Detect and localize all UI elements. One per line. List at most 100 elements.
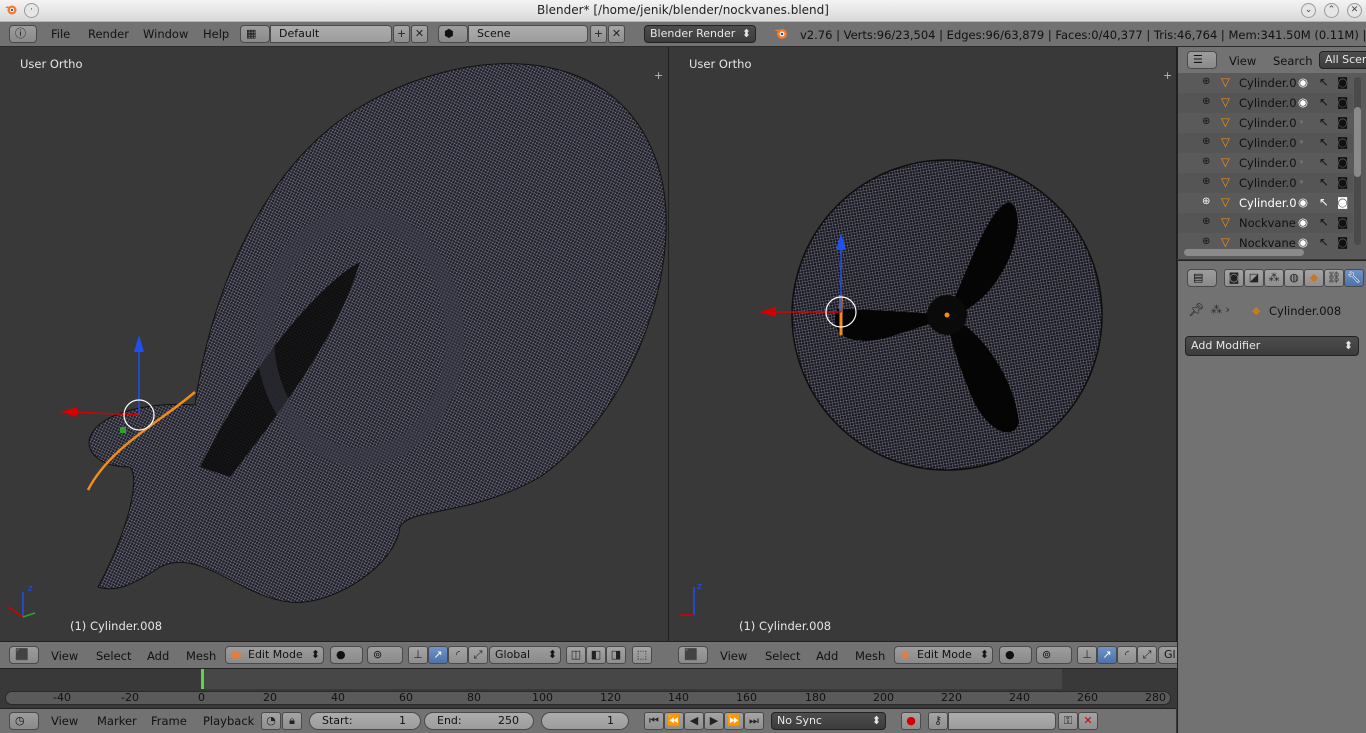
- render-camera-icon[interactable]: ◙: [1337, 195, 1348, 209]
- tab-world[interactable]: ◍: [1284, 269, 1304, 287]
- timeline-scrollbar[interactable]: [5, 691, 1171, 705]
- gizmo-z-arrow-icon[interactable]: [134, 335, 144, 352]
- outliner-row-name[interactable]: Cylinder.0: [1239, 76, 1297, 90]
- area-split-plus-icon[interactable]: +: [654, 69, 663, 82]
- menu-timeline-view[interactable]: View: [51, 714, 78, 728]
- editor-type-properties-button[interactable]: ▤: [1187, 269, 1217, 287]
- minimize-button[interactable]: ⌄: [1301, 3, 1316, 18]
- menu-select-right[interactable]: Select: [765, 649, 800, 663]
- viewport-left[interactable]: z User Ortho (1) Cylinder.008 +: [0, 47, 669, 641]
- render-camera-icon[interactable]: ◙: [1337, 95, 1348, 109]
- expand-icon[interactable]: ⊕: [1202, 96, 1210, 107]
- outliner-scrollbar[interactable]: [1354, 77, 1361, 245]
- eye-closed-icon[interactable]: •: [1298, 115, 1305, 129]
- cursor-select-icon[interactable]: ↖: [1319, 235, 1329, 249]
- pin-icon[interactable]: 📌︎: [1188, 303, 1205, 318]
- tab-constraints[interactable]: ⛓: [1324, 269, 1344, 287]
- eye-closed-icon[interactable]: •: [1298, 155, 1305, 169]
- eye-closed-icon[interactable]: •: [1298, 135, 1305, 149]
- outliner-row[interactable]: ⊕ ▽ Cylinder.0 • ↖ ◙: [1178, 113, 1353, 133]
- viewport-right-canvas[interactable]: z: [669, 47, 1177, 641]
- scene-icon-button[interactable]: ⬢: [438, 25, 468, 43]
- translate-manipulator-button[interactable]: ↗: [428, 646, 448, 664]
- rotate-manipulator-button[interactable]: ◜: [448, 646, 468, 664]
- outliner-row[interactable]: ⊕ ▽ Cylinder.0 • ↖ ◙: [1178, 153, 1353, 173]
- timeline-current-frame-marker[interactable]: [201, 669, 204, 689]
- gizmo-y-handle[interactable]: [120, 427, 126, 433]
- eye-icon[interactable]: ◉: [1298, 235, 1308, 249]
- viewport-shading-select[interactable]: ●: [330, 646, 363, 664]
- screen-layout-icon-button[interactable]: ▦: [240, 25, 270, 43]
- menu-playback[interactable]: Playback: [203, 714, 254, 728]
- cursor-select-icon[interactable]: ↖: [1319, 95, 1329, 109]
- outliner-row-name[interactable]: Nockvane: [1239, 236, 1296, 250]
- render-camera-icon[interactable]: ◙: [1337, 75, 1348, 89]
- outliner-row-name[interactable]: Cylinder.0: [1239, 96, 1297, 110]
- eye-icon[interactable]: ◉: [1298, 195, 1308, 209]
- close-button[interactable]: ✕: [1347, 3, 1362, 18]
- outliner-row-name[interactable]: Cylinder.0: [1239, 196, 1297, 210]
- render-camera-icon[interactable]: ◙: [1337, 175, 1348, 189]
- prev-keyframe-button[interactable]: ⏪: [664, 712, 684, 730]
- outliner-row-name[interactable]: Cylinder.0: [1239, 116, 1297, 130]
- menu-select[interactable]: Select: [96, 649, 131, 663]
- menu-add[interactable]: Add: [147, 649, 169, 663]
- outliner-row[interactable]: ⊕ ▽ Cylinder.0 • ↖ ◙: [1178, 133, 1353, 153]
- render-camera-icon[interactable]: ◙: [1337, 115, 1348, 129]
- outliner-row-name[interactable]: Nockvane: [1239, 216, 1296, 230]
- outliner-menu-view[interactable]: View: [1229, 54, 1256, 68]
- editor-type-info-button[interactable]: ⓘ: [9, 25, 37, 43]
- translate-manipulator-button-right[interactable]: ↗: [1097, 646, 1117, 664]
- edge-select-button[interactable]: ◧: [586, 646, 606, 664]
- cursor-select-icon[interactable]: ↖: [1319, 75, 1329, 89]
- expand-icon[interactable]: ⊕: [1202, 196, 1210, 207]
- outliner-hscrollbar[interactable]: [1184, 249, 1304, 256]
- outliner-row[interactable]: ⊕ ▽ Cylinder.0 ◉ ↖ ◙: [1178, 193, 1353, 213]
- outliner-row[interactable]: ⊕ ▽ Cylinder.0 ◉ ↖ ◙: [1178, 93, 1353, 113]
- maximize-button[interactable]: ⌃: [1324, 3, 1339, 18]
- viewport-right[interactable]: z User Ortho (1) Cylinder.008 +: [669, 47, 1177, 641]
- pivot-point-select-right[interactable]: ⊚: [1036, 646, 1072, 664]
- eye-icon[interactable]: ◉: [1298, 215, 1308, 229]
- delete-keyframe-button[interactable]: ✕: [1078, 712, 1098, 730]
- menu-file[interactable]: File: [51, 27, 70, 41]
- cursor-select-icon[interactable]: ↖: [1319, 195, 1329, 209]
- expand-icon[interactable]: ⊕: [1202, 176, 1210, 187]
- cursor-select-icon[interactable]: ↖: [1319, 115, 1329, 129]
- outliner-row[interactable]: ⊕ ▽ Cylinder.0 • ↖ ◙: [1178, 173, 1353, 193]
- transform-orientation-select-right[interactable]: Gl: [1158, 646, 1177, 664]
- preview-range-button[interactable]: ◔: [261, 712, 281, 730]
- manipulator-toggle[interactable]: ⊥: [408, 646, 428, 664]
- menu-add-right[interactable]: Add: [816, 649, 838, 663]
- menu-mesh-right[interactable]: Mesh: [855, 649, 885, 663]
- limit-selection-button[interactable]: ⬚: [632, 646, 652, 664]
- outliner-menu-search[interactable]: Search: [1273, 54, 1313, 68]
- menu-view-right[interactable]: View: [720, 649, 747, 663]
- outliner-scrollbar-thumb[interactable]: [1354, 107, 1361, 177]
- expand-icon[interactable]: ⊕: [1202, 156, 1210, 167]
- cursor-select-icon[interactable]: ↖: [1319, 135, 1329, 149]
- pivot-point-select[interactable]: ⊚: [367, 646, 403, 664]
- menu-view[interactable]: View: [51, 649, 78, 663]
- tab-object[interactable]: ◆: [1304, 269, 1324, 287]
- insert-keyframe-button[interactable]: ⚿: [1058, 712, 1078, 730]
- menu-window[interactable]: Window: [143, 27, 188, 41]
- transform-orientation-select[interactable]: Global ⬍: [489, 646, 561, 664]
- delete-screen-button[interactable]: ✕: [411, 25, 428, 43]
- expand-icon[interactable]: ⊕: [1202, 116, 1210, 127]
- outliner-row-name[interactable]: Cylinder.0: [1239, 176, 1297, 190]
- add-screen-button[interactable]: +: [393, 25, 410, 43]
- tab-modifiers[interactable]: 🔧︎: [1344, 269, 1364, 287]
- screen-layout-field[interactable]: Default: [270, 25, 392, 43]
- outliner[interactable]: ☰ View Search All Scenes ⊕▽Cylinder.0◉↖◙…: [1177, 47, 1366, 259]
- mode-select-right[interactable]: ▣ Edit Mode ⬍: [894, 646, 993, 664]
- render-camera-icon[interactable]: ◙: [1337, 155, 1348, 169]
- menu-mesh[interactable]: Mesh: [186, 649, 216, 663]
- add-modifier-select[interactable]: Add Modifier ⬍: [1185, 336, 1359, 356]
- next-keyframe-button[interactable]: ⏩: [724, 712, 744, 730]
- face-select-button[interactable]: ◨: [606, 646, 626, 664]
- cursor-select-icon[interactable]: ↖: [1319, 155, 1329, 169]
- gizmo-right-x-arrow-icon[interactable]: [759, 307, 776, 317]
- add-scene-button[interactable]: +: [590, 25, 607, 43]
- manipulator-toggle-right[interactable]: ⊥: [1077, 646, 1097, 664]
